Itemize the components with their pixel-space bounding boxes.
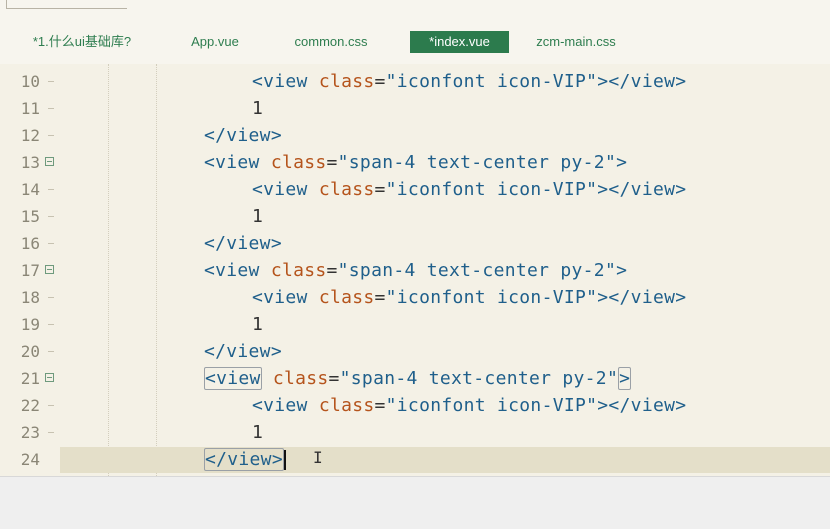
- line-number: 14: [20, 180, 40, 199]
- line-number: 23: [20, 423, 40, 442]
- code-line-13: 13 <view class="span-4 text-center py-2"…: [0, 149, 830, 176]
- code-line-14: 14 <view class="iconfont icon-VIP"></vie…: [0, 176, 830, 203]
- tab-common-css[interactable]: common.css: [284, 31, 378, 53]
- fold-tick: [48, 81, 54, 82]
- line-number: 24: [20, 450, 40, 469]
- fold-toggle-icon[interactable]: [45, 157, 54, 166]
- code-line-22: 22 <view class="iconfont icon-VIP"></vie…: [0, 392, 830, 419]
- code-line-20: 20 </view>: [0, 338, 830, 365]
- tab-index-vue[interactable]: *index.vue: [410, 31, 509, 53]
- fold-tick: [48, 108, 54, 109]
- current-line-highlight: [60, 447, 830, 473]
- code-line-16: 16 </view>: [0, 230, 830, 257]
- fold-tick: [48, 243, 54, 244]
- code-line-21: 21 <view class="span-4 text-center py-2"…: [0, 365, 830, 392]
- line-number: 18: [20, 288, 40, 307]
- fold-tick: [48, 297, 54, 298]
- fold-tick: [48, 216, 54, 217]
- line-number: 19: [20, 315, 40, 334]
- code-line-23: 23 1: [0, 419, 830, 446]
- line-number: 22: [20, 396, 40, 415]
- code-text: <view class="span-4 text-center py-2">: [204, 152, 628, 173]
- tab-zcm-main-css[interactable]: zcm-main.css: [528, 31, 624, 53]
- code-line-10: 10 <view class="iconfont icon-VIP"></vie…: [0, 68, 830, 95]
- code-text: <view class="iconfont icon-VIP"></view>: [252, 71, 687, 92]
- code-line-17: 17 <view class="span-4 text-center py-2"…: [0, 257, 830, 284]
- code-text: <view class="span-4 text-center py-2">: [204, 260, 628, 281]
- code-line-12: 12 </view>: [0, 122, 830, 149]
- code-text: <view class="iconfont icon-VIP"></view>: [252, 287, 687, 308]
- i-beam-cursor-icon: I: [313, 448, 323, 467]
- code-editor[interactable]: 10 <view class="iconfont icon-VIP"></vie…: [0, 64, 830, 476]
- line-number: 17: [20, 261, 40, 280]
- line-number: 11: [20, 99, 40, 118]
- truncated-title-fragment: [6, 0, 127, 9]
- code-text: 1: [252, 422, 264, 443]
- line-number: 20: [20, 342, 40, 361]
- text-caret: [283, 450, 286, 470]
- bottom-panel: [0, 476, 830, 529]
- fold-toggle-icon[interactable]: [45, 373, 54, 382]
- editor-tab-bar: *1.什么ui基础库? App.vue common.css *index.vu…: [0, 20, 830, 64]
- line-number: 16: [20, 234, 40, 253]
- code-text: 1: [252, 314, 264, 335]
- code-line-18: 18 <view class="iconfont icon-VIP"></vie…: [0, 284, 830, 311]
- fold-toggle-icon[interactable]: [45, 265, 54, 274]
- code-line-19: 19 1: [0, 311, 830, 338]
- line-number: 13: [20, 153, 40, 172]
- fold-tick: [48, 405, 54, 406]
- code-text: </view>: [204, 446, 286, 473]
- matched-open-bracket: >: [618, 367, 632, 390]
- code-text: <view class="iconfont icon-VIP"></view>: [252, 179, 687, 200]
- window-top-strip: [0, 0, 830, 21]
- code-text: </view>: [204, 233, 282, 254]
- line-number: 10: [20, 72, 40, 91]
- code-line-15: 15 1: [0, 203, 830, 230]
- matched-close-tag: </view>: [204, 448, 284, 471]
- tab-1-ui-basics[interactable]: *1.什么ui基础库?: [24, 31, 140, 53]
- code-text: <view class="span-4 text-center py-2">: [204, 367, 632, 390]
- code-text: 1: [252, 98, 264, 119]
- code-line-24-current: 24 </view>: [0, 446, 830, 473]
- fold-tick: [48, 432, 54, 433]
- code-text: </view>: [204, 341, 282, 362]
- fold-tick: [48, 135, 54, 136]
- fold-tick: [48, 324, 54, 325]
- line-number: 15: [20, 207, 40, 226]
- code-text: </view>: [204, 125, 282, 146]
- fold-tick: [48, 189, 54, 190]
- line-number: 21: [20, 369, 40, 388]
- line-number: 12: [20, 126, 40, 145]
- tab-app-vue[interactable]: App.vue: [180, 31, 250, 53]
- code-text: 1: [252, 206, 264, 227]
- code-text: <view class="iconfont icon-VIP"></view>: [252, 395, 687, 416]
- matched-open-tag: <view: [204, 367, 262, 390]
- fold-tick: [48, 351, 54, 352]
- code-line-11: 11 1: [0, 95, 830, 122]
